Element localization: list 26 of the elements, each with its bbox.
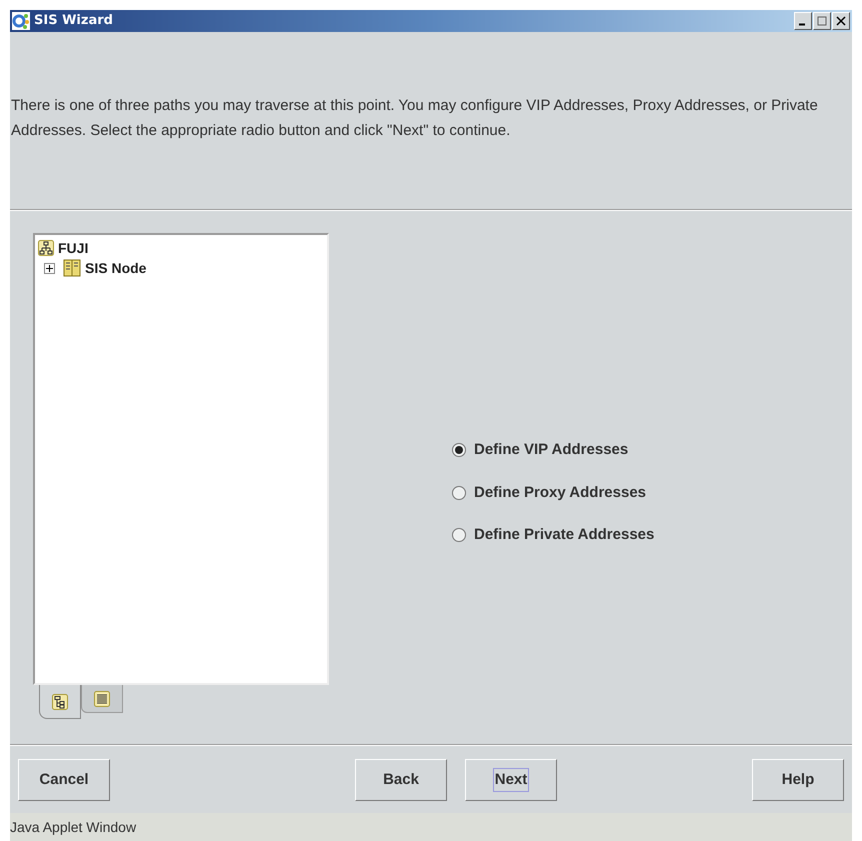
dialog-button[interactable]: Help <box>752 758 844 801</box>
view-tab[interactable] <box>39 685 81 720</box>
radio-button[interactable] <box>452 528 466 542</box>
status-bar-text: Java Applet Window <box>10 818 136 837</box>
tree-view-icon <box>52 694 68 710</box>
expand-toggle-icon[interactable] <box>44 262 55 274</box>
radio-button[interactable] <box>452 486 466 500</box>
tree-item[interactable]: FUJI <box>58 238 88 259</box>
maximize-icon[interactable] <box>813 12 831 30</box>
dialog-button[interactable]: Back <box>355 758 447 801</box>
network-icon <box>38 240 54 256</box>
instructions-text: There is one of three paths you may traverse at this point. You may configure VIP Addresses, Proxy Addresses, or Private Addresses. Select the appropriate radio button and click "Next" to continue. <box>11 96 819 141</box>
dialog-button[interactable]: Next <box>465 758 557 801</box>
tree-item[interactable]: SIS Node <box>85 258 146 279</box>
window-title: SIS Wizard <box>34 12 113 30</box>
radio-label[interactable]: Define VIP Addresses <box>474 439 628 462</box>
list-view-icon <box>94 690 110 707</box>
radio-button[interactable] <box>452 443 466 458</box>
app-icon <box>12 12 30 30</box>
dialog-button[interactable]: Cancel <box>18 758 110 801</box>
server-icon <box>63 259 81 278</box>
close-icon[interactable] <box>832 12 850 30</box>
radio-label[interactable]: Define Private Addresses <box>474 524 654 547</box>
radio-label[interactable]: Define Proxy Addresses <box>474 482 646 504</box>
view-tab[interactable] <box>81 685 123 714</box>
minimize-icon[interactable] <box>794 12 812 30</box>
